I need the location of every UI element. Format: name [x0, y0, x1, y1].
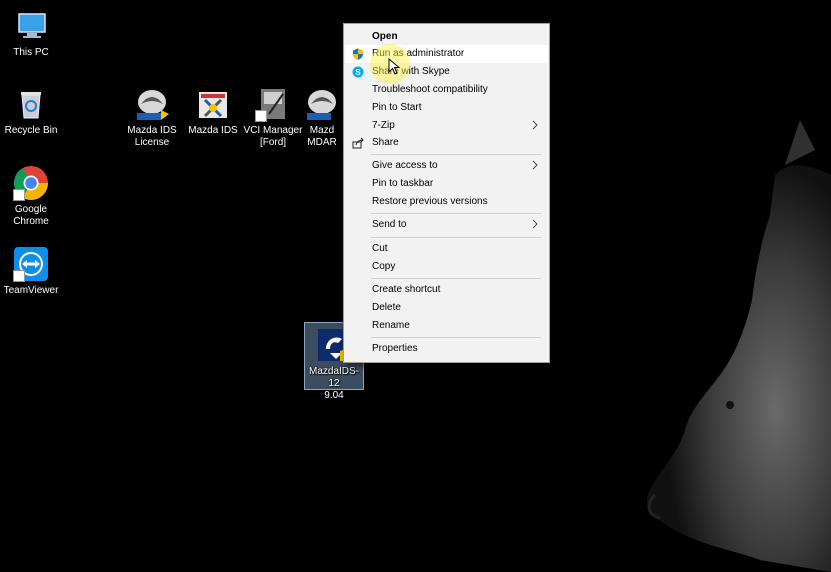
- menu-item-label: Pin to Start: [372, 102, 422, 113]
- menu-item-label: Troubleshoot compatibility: [372, 84, 488, 95]
- desktop-icon-mazda-mdars[interactable]: Mazd MDAR: [298, 86, 346, 149]
- this-pc-icon: [13, 8, 49, 44]
- menu-item-label: Give access to: [372, 160, 438, 171]
- menu-item-label: Cut: [372, 243, 388, 254]
- menu-item-7zip[interactable]: 7-Zip: [345, 117, 548, 135]
- menu-item-label: Properties: [372, 343, 418, 354]
- menu-item-label: Restore previous versions: [372, 196, 488, 207]
- chrome-icon: [13, 165, 49, 201]
- menu-item-restore-previous-versions[interactable]: Restore previous versions: [345, 193, 548, 211]
- menu-item-label: Share: [372, 137, 399, 148]
- menu-item-pin-to-taskbar[interactable]: Pin to taskbar: [345, 175, 548, 193]
- menu-item-troubleshoot-compatibility[interactable]: Troubleshoot compatibility: [345, 81, 548, 99]
- menu-separator: [371, 278, 541, 279]
- menu-item-delete[interactable]: Delete: [345, 299, 548, 317]
- menu-item-cut[interactable]: Cut: [345, 240, 548, 258]
- desktop-icon-label: Recycle Bin: [4, 125, 58, 136]
- shortcut-arrow-icon: [13, 270, 25, 282]
- menu-item-label: Create shortcut: [372, 284, 441, 295]
- menu-separator: [371, 237, 541, 238]
- menu-item-pin-to-start[interactable]: Pin to Start: [345, 99, 548, 117]
- shortcut-arrow-icon: [255, 110, 267, 122]
- desktop-icon-label: TeamViewer: [3, 285, 59, 296]
- menu-item-rename[interactable]: Rename: [345, 317, 548, 335]
- menu-item-label: 7-Zip: [372, 120, 395, 131]
- menu-separator: [371, 337, 541, 338]
- menu-item-label: Delete: [372, 302, 401, 313]
- menu-item-label: Send to: [372, 219, 407, 230]
- menu-separator: [371, 213, 541, 214]
- menu-item-label: Pin to taskbar: [372, 178, 434, 189]
- shield-icon: [352, 48, 364, 60]
- menu-item-create-shortcut[interactable]: Create shortcut: [345, 281, 548, 299]
- menu-item-share[interactable]: Share: [345, 134, 548, 152]
- menu-item-give-access-to[interactable]: Give access to: [345, 157, 548, 175]
- recycle-bin-icon: [13, 86, 49, 122]
- desktop-icon-recycle-bin[interactable]: Recycle Bin: [0, 86, 68, 137]
- chevron-right-icon: [530, 119, 540, 131]
- dog-silhouette: [646, 165, 831, 572]
- desktop-icon-label: This PC: [13, 47, 49, 58]
- mazda-logo-icon: [134, 86, 170, 122]
- share-icon: [352, 137, 364, 149]
- menu-item-label: Rename: [372, 320, 410, 331]
- mazda-ids-tools-icon: [195, 86, 231, 122]
- mazda-logo-icon: [304, 86, 340, 122]
- svg-text:S: S: [355, 68, 361, 77]
- chevron-right-icon: [530, 218, 540, 230]
- menu-separator: [371, 154, 541, 155]
- skype-icon: S: [352, 66, 364, 78]
- menu-item-send-to[interactable]: Send to: [345, 216, 548, 234]
- vci-manager-icon: [255, 86, 291, 122]
- desktop-icon-google-chrome[interactable]: Google Chrome: [0, 165, 68, 228]
- desktop-icon-label: Mazd MDAR: [307, 125, 337, 148]
- menu-item-label: Copy: [372, 261, 396, 272]
- desktop-icon-this-pc[interactable]: This PC: [0, 8, 68, 59]
- desktop-icon-teamviewer[interactable]: TeamViewer: [0, 246, 68, 297]
- desktop-icon-label: Google Chrome: [13, 204, 49, 227]
- menu-item-open[interactable]: Open: [345, 28, 548, 46]
- teamviewer-icon: [13, 246, 49, 282]
- shortcut-arrow-icon: [13, 189, 25, 201]
- menu-item-label: Open: [372, 31, 398, 42]
- desktop-icon-label: MazdaIDS-12 9.04: [308, 366, 359, 401]
- chevron-right-icon: [530, 159, 540, 171]
- menu-item-copy[interactable]: Copy: [345, 258, 548, 276]
- mouse-pointer-icon: [388, 58, 400, 75]
- menu-item-properties[interactable]: Properties: [345, 340, 548, 358]
